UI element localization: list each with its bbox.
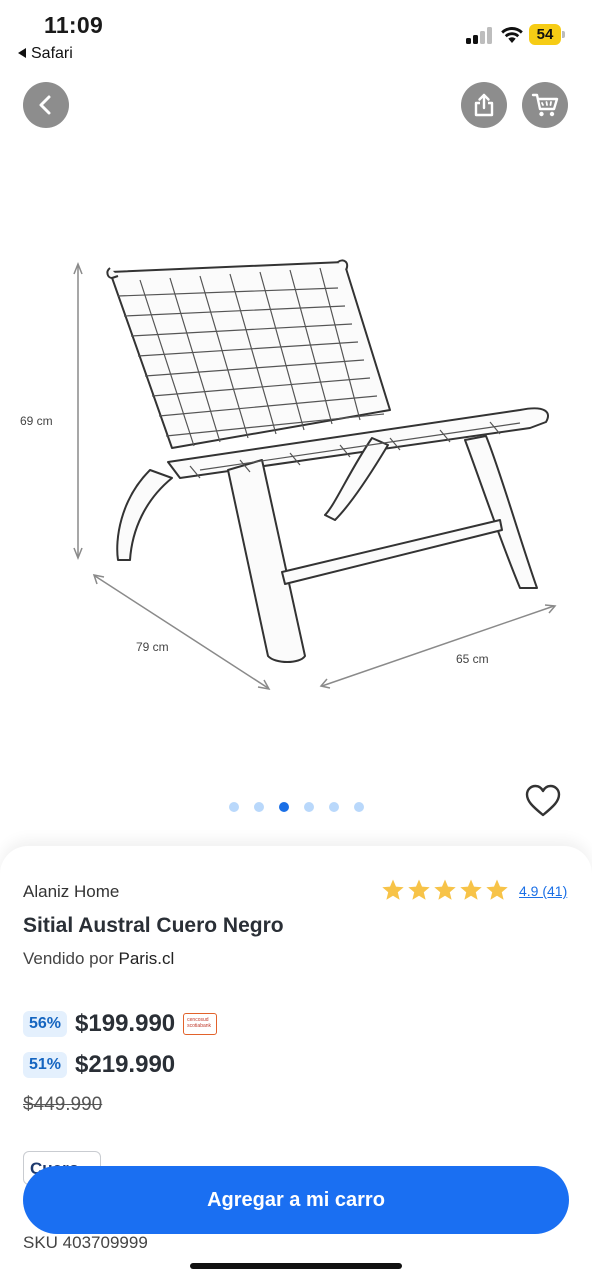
add-to-cart-button[interactable]: Agregar a mi carro xyxy=(23,1166,569,1234)
product-sku: SKU 403709999 xyxy=(23,1233,148,1252)
seller-prefix: Vendido por xyxy=(23,949,114,968)
carousel-dots[interactable] xyxy=(229,802,364,812)
card-badge-text: cencosud scotiabank xyxy=(187,1017,212,1029)
status-bar: 11:09 Safari 54 xyxy=(0,0,592,70)
card-price-row: 56% $199.990 cencosud scotiabank xyxy=(23,1010,218,1038)
carousel-dot-active[interactable] xyxy=(279,802,289,812)
share-button[interactable] xyxy=(461,82,507,128)
back-app-label: Safari xyxy=(31,45,73,62)
discount-badge: 56% xyxy=(23,1011,68,1037)
carousel-dot[interactable] xyxy=(329,802,339,812)
product-image[interactable]: 69 cm 79 cm 65 cm xyxy=(0,140,592,800)
carousel-dot[interactable] xyxy=(229,802,239,812)
credit-card-icon: cencosud scotiabank xyxy=(183,1013,218,1035)
seller-info: Vendido por Paris.cl xyxy=(23,949,174,969)
status-time: 11:09 xyxy=(44,12,104,38)
internet-price-row: 51% $219.990 xyxy=(23,1051,175,1079)
dimension-depth-label: 79 cm xyxy=(136,640,169,654)
battery-icon: 54 xyxy=(529,24,565,45)
star-icon xyxy=(434,879,456,900)
home-indicator[interactable] xyxy=(190,1263,402,1269)
carousel-dot[interactable] xyxy=(254,802,264,812)
product-brand[interactable]: Alaniz Home xyxy=(23,882,119,902)
carousel-dot[interactable] xyxy=(304,802,314,812)
star-icon xyxy=(408,879,430,900)
product-detail-screen: 11:09 Safari 54 69 cm 79 cm 65 cm Alaniz… xyxy=(0,0,592,1280)
card-price: $199.990 xyxy=(75,1010,176,1037)
original-price: $449.990 xyxy=(23,1094,103,1115)
star-icon xyxy=(460,879,482,900)
rating-reviews-link[interactable]: 4.9 (41) xyxy=(519,883,567,899)
product-title: Sitial Austral Cuero Negro xyxy=(23,914,284,937)
heart-icon[interactable] xyxy=(524,783,562,819)
internet-price: $219.990 xyxy=(75,1051,176,1078)
carousel-dot[interactable] xyxy=(354,802,364,812)
rating-stars xyxy=(381,878,509,902)
chevron-left-icon xyxy=(39,95,51,115)
star-icon xyxy=(486,879,508,900)
dimension-width-label: 65 cm xyxy=(456,652,489,666)
seller-name[interactable]: Paris.cl xyxy=(118,949,174,968)
chair-illustration: 69 cm 79 cm 65 cm xyxy=(20,259,557,691)
battery-level: 54 xyxy=(529,24,561,45)
discount-badge: 51% xyxy=(23,1052,68,1078)
cart-icon xyxy=(531,93,559,117)
wifi-icon xyxy=(501,27,523,43)
back-button[interactable] xyxy=(23,82,69,128)
star-icon xyxy=(382,879,404,900)
back-triangle-icon xyxy=(18,47,26,58)
back-to-app-link[interactable]: Safari xyxy=(18,45,73,63)
cellular-signal-icon xyxy=(466,26,494,44)
dimension-height-label: 69 cm xyxy=(20,414,53,428)
cart-button[interactable] xyxy=(522,82,568,128)
share-icon xyxy=(474,93,494,117)
